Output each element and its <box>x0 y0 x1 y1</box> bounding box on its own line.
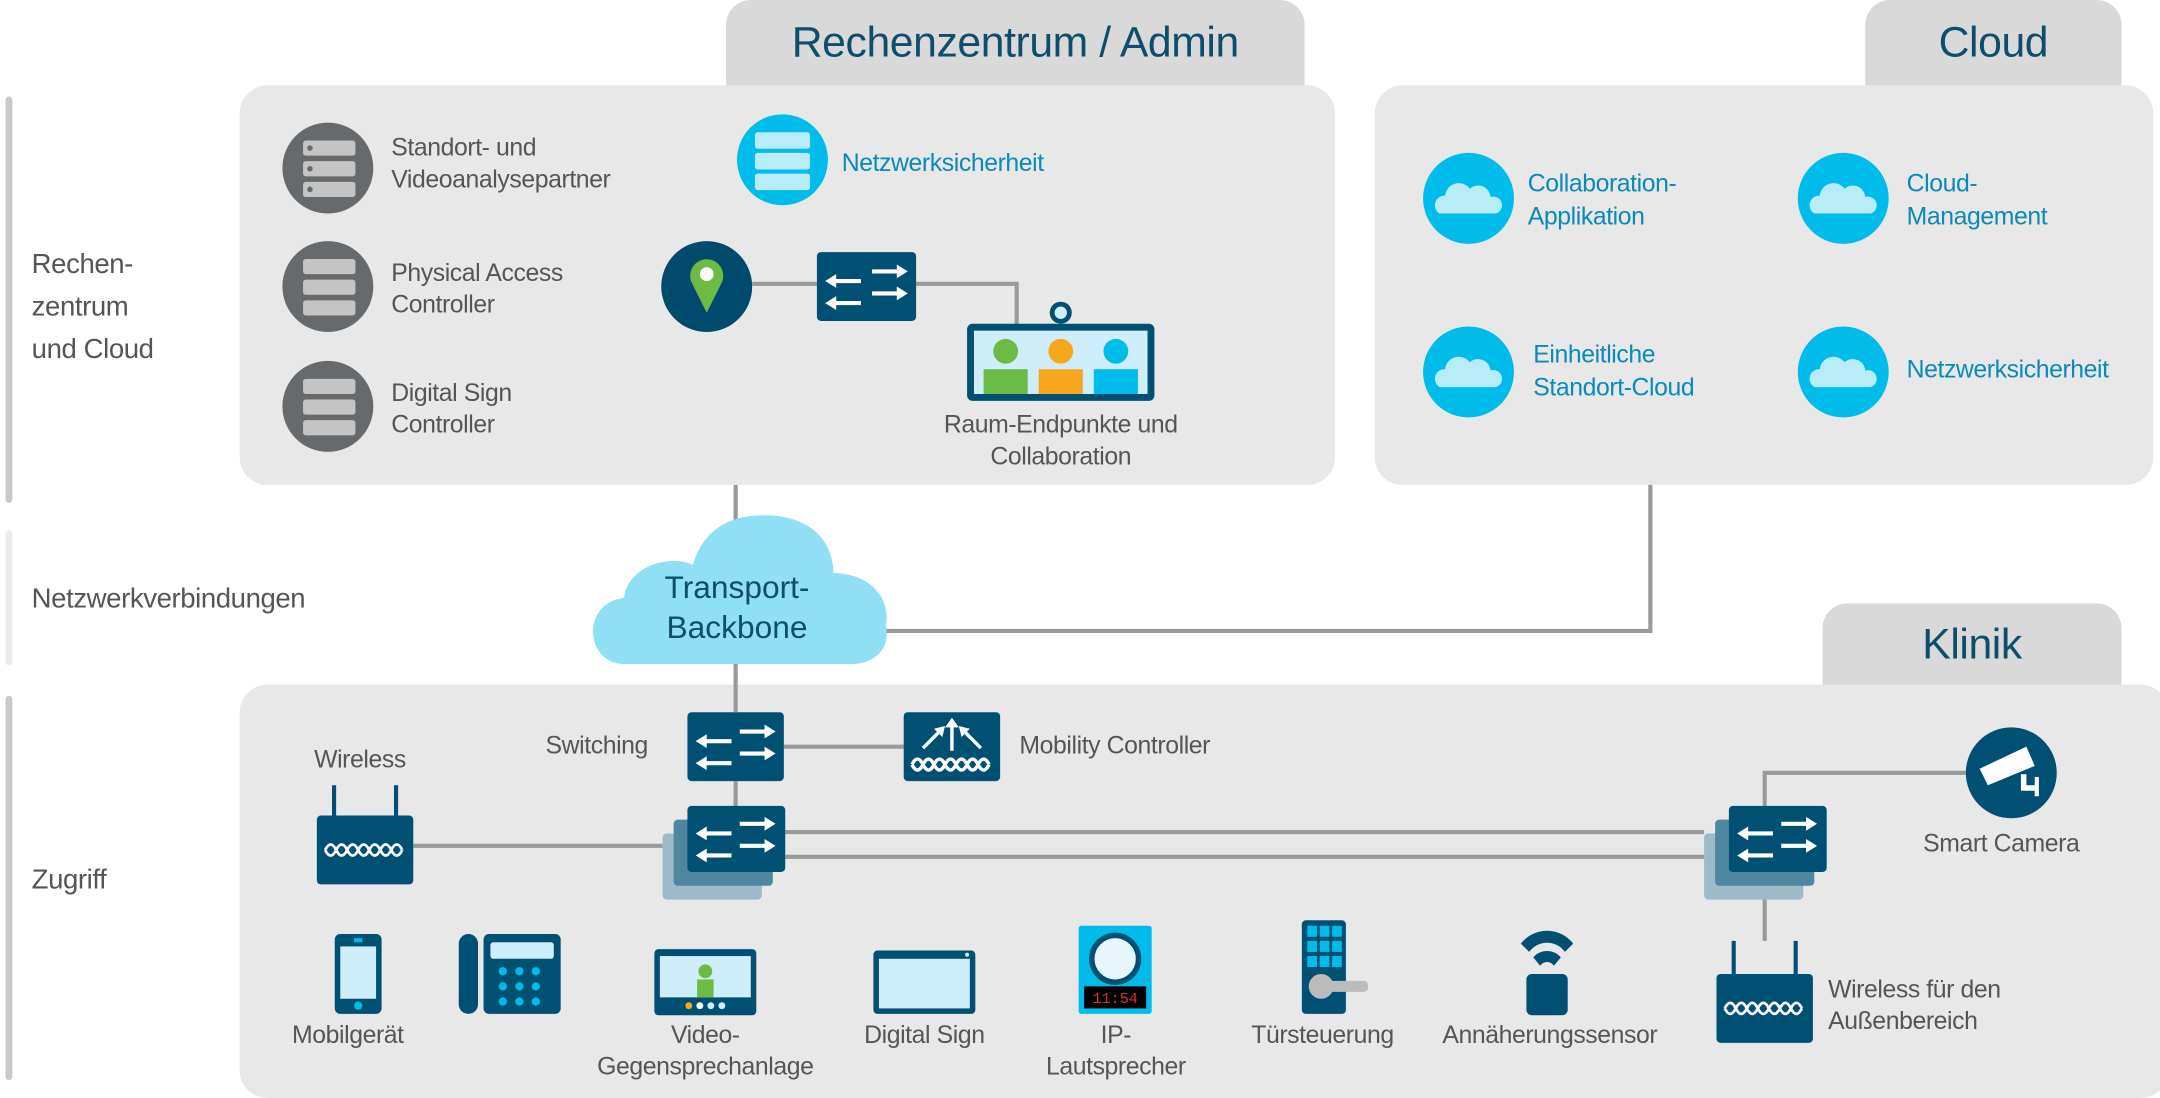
label-line: Physical Access <box>391 258 563 287</box>
digital-sign-icon <box>873 950 976 1014</box>
label-mobilgeraet: Mobilgerät <box>292 1020 404 1049</box>
server-icon <box>282 241 374 333</box>
label-netzwerksicherheit: Netzwerksicherheit <box>841 148 1044 177</box>
video-endpoint-icon <box>967 301 1155 401</box>
label-line: IP- <box>1100 1020 1132 1049</box>
label-standort-cloud: Einheitliche Standort-Cloud <box>1533 338 1694 404</box>
label-line: Raum-Endpunkte und <box>943 410 1178 439</box>
smart-camera-icon <box>1965 727 2057 819</box>
label-line: Video- <box>670 1020 740 1049</box>
label-line: Gegensprechanlage <box>597 1052 814 1081</box>
access-switch-stack-icon <box>1704 805 1827 900</box>
cloud-icon <box>1423 326 1514 418</box>
proximity-sensor-icon <box>1520 930 1574 1016</box>
access-switch-stack-icon <box>662 805 786 900</box>
label-line: Controller <box>391 410 495 439</box>
video-intercom-icon <box>654 949 757 1016</box>
door-lock-icon <box>1301 920 1368 1014</box>
label-raum-endpunkte: Raum-Endpunkte und Collaboration <box>909 409 1212 472</box>
cloud-icon <box>1797 326 1889 418</box>
label-line: Lautsprecher <box>1045 1052 1186 1081</box>
label-smart-camera: Smart Camera <box>1923 829 2080 857</box>
label-cloud-netzwerksicherheit: Netzwerksicherheit <box>1906 355 2109 383</box>
label-video-intercom: Video- Gegensprechanlage <box>554 1019 857 1082</box>
label-ip-speaker: IP- Lautsprecher <box>1019 1019 1212 1082</box>
label-line: Transport- <box>664 568 810 605</box>
label-wireless-outdoor: Wireless für den Außenbereich <box>1828 974 2001 1037</box>
label-line: Standort- und <box>391 133 537 162</box>
location-pin-icon <box>661 241 753 333</box>
speaker-clock-display: 11:54 <box>1092 990 1137 1008</box>
server-icon <box>282 122 374 214</box>
label-collaboration-app: Collaboration- Applikation <box>1528 167 1677 233</box>
label-line: Backbone <box>666 608 808 645</box>
label-mobility-controller: Mobility Controller <box>1019 731 1211 760</box>
switching-icon <box>687 712 784 782</box>
cloud-icon <box>1423 152 1514 244</box>
label-line: Controller <box>391 290 495 319</box>
label-standort-partner: Standort- und Videoanalysepartner <box>391 132 611 195</box>
mobility-controller-icon <box>903 712 1001 782</box>
label-line: Applikation <box>1527 202 1645 231</box>
server-icon <box>282 360 374 452</box>
label-physical-access: Physical Access Controller <box>391 258 563 321</box>
outdoor-wireless-ap-icon <box>1716 940 1813 1043</box>
label-line: Einheitliche <box>1533 340 1656 368</box>
label-line: Außenbereich <box>1828 1007 1978 1035</box>
label-line: Management <box>1906 202 2048 231</box>
label-cloud-management: Cloud- Management <box>1907 167 2048 233</box>
label-line: Cloud- <box>1906 169 1978 197</box>
label-digital-sign-controller: Digital Sign Controller <box>391 377 512 440</box>
label-line: Wireless für den <box>1828 975 2001 1003</box>
ip-speaker-icon: 11:54 <box>1078 925 1152 1014</box>
label-switching: Switching <box>545 731 649 760</box>
label-line: Collaboration- <box>1527 169 1677 197</box>
label-line: Videoanalysepartner <box>391 165 611 193</box>
label-digital-sign: Digital Sign <box>864 1020 985 1049</box>
label-tuersteuerung: Türsteuerung <box>1251 1020 1394 1049</box>
label-line: Digital Sign <box>391 378 512 407</box>
label-transport-backbone: Transport- Backbone <box>606 568 868 648</box>
switch-icon <box>816 252 917 321</box>
network-diagram: Rechen- zentrum und Cloud Netzwerkverbin… <box>0 0 2160 1098</box>
label-wireless: Wireless <box>314 745 406 773</box>
label-line: Standort-Cloud <box>1533 373 1695 401</box>
security-server-icon <box>737 114 828 206</box>
desk-phone-icon <box>458 934 561 1014</box>
cloud-icon <box>1797 152 1889 244</box>
label-annaeherungssensor: Annäherungssensor <box>1442 1020 1658 1049</box>
mobile-phone-icon <box>334 934 382 1014</box>
label-line: Collaboration <box>990 442 1132 470</box>
wireless-ap-icon <box>316 785 414 885</box>
